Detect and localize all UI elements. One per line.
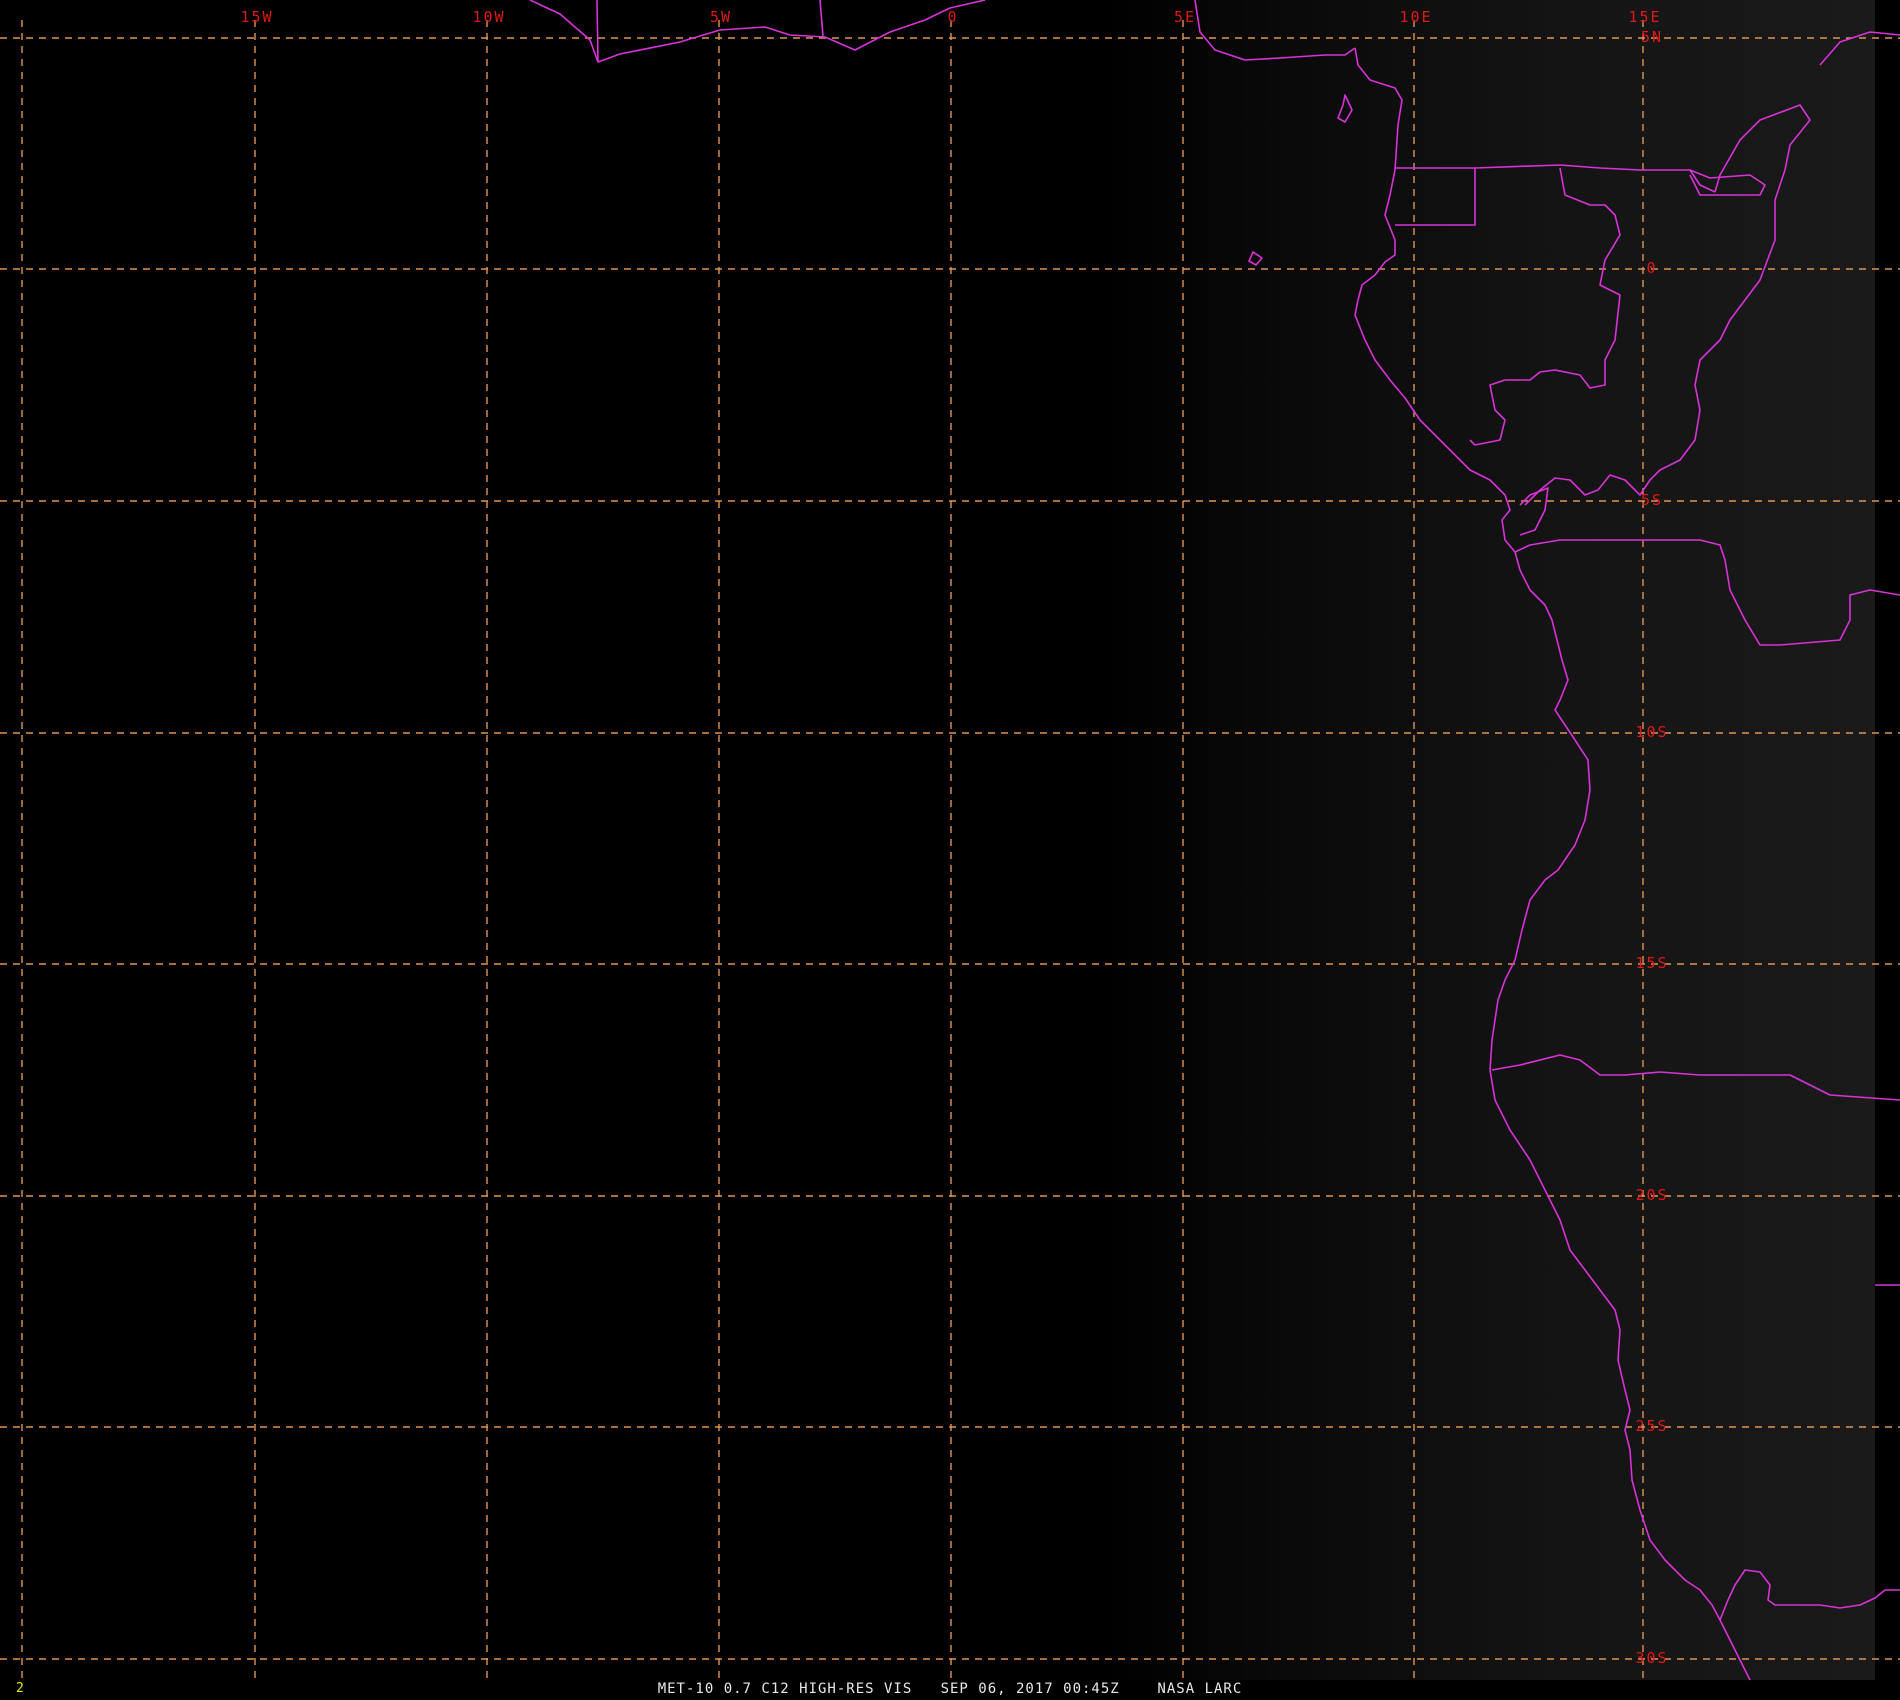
longitude-label: 15W (240, 8, 273, 26)
longitude-label: 10W (472, 8, 505, 26)
latitude-label: 20S (1635, 1186, 1668, 1204)
latitude-label: 5S (1641, 491, 1663, 509)
latitude-label: 0 (1646, 259, 1657, 277)
longitude-label: 10E (1399, 8, 1432, 26)
latitude-label: 30S (1635, 1649, 1668, 1667)
latitude-label: 25S (1635, 1417, 1668, 1435)
image-caption: MET-10 0.7 C12 HIGH-RES VIS SEP 06, 2017… (657, 1681, 1243, 1697)
terminator-shading (1100, 0, 1875, 1680)
satellite-map: 15W 10W 5W 0 5E 10E 15E 5N 0 5S 10S 15S 20S 25S 30S (0, 0, 1900, 1700)
latitude-label: 15S (1635, 954, 1668, 972)
longitude-label: 5E (1174, 8, 1196, 26)
longitude-label: 0 (947, 8, 958, 26)
longitude-label: 15E (1628, 8, 1661, 26)
latitude-label: 5N (1641, 28, 1663, 46)
longitude-label: 5W (710, 8, 732, 26)
border-north-1 (596, 0, 599, 63)
latitude-label: 10S (1635, 723, 1668, 741)
